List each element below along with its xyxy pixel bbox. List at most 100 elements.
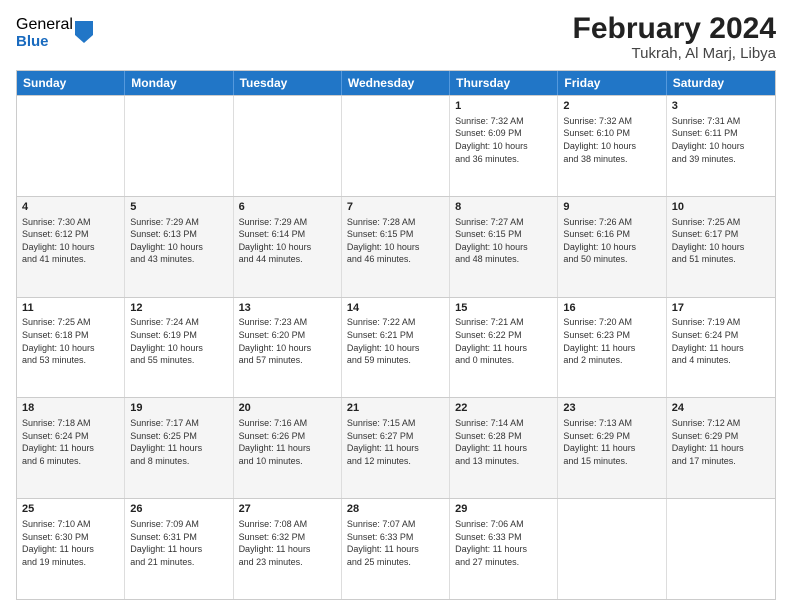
calendar-cell: 10Sunrise: 7:25 AM Sunset: 6:17 PM Dayli… — [667, 197, 775, 297]
day-number: 23 — [563, 401, 660, 416]
calendar-header-day: Tuesday — [234, 71, 342, 95]
day-number: 5 — [130, 200, 227, 215]
day-number: 27 — [239, 502, 336, 517]
calendar-header-day: Thursday — [450, 71, 558, 95]
calendar-header: SundayMondayTuesdayWednesdayThursdayFrid… — [17, 71, 775, 95]
cell-info: Sunrise: 7:16 AM Sunset: 6:26 PM Dayligh… — [239, 417, 336, 467]
calendar-header-day: Sunday — [17, 71, 125, 95]
calendar-header-day: Saturday — [667, 71, 775, 95]
cell-info: Sunrise: 7:24 AM Sunset: 6:19 PM Dayligh… — [130, 316, 227, 366]
calendar-header-day: Monday — [125, 71, 233, 95]
day-number: 1 — [455, 99, 552, 114]
cell-info: Sunrise: 7:30 AM Sunset: 6:12 PM Dayligh… — [22, 216, 119, 266]
calendar-cell: 29Sunrise: 7:06 AM Sunset: 6:33 PM Dayli… — [450, 499, 558, 599]
day-number: 25 — [22, 502, 119, 517]
calendar-cell: 9Sunrise: 7:26 AM Sunset: 6:16 PM Daylig… — [558, 197, 666, 297]
day-number: 16 — [563, 301, 660, 316]
calendar-cell — [342, 96, 450, 196]
cell-info: Sunrise: 7:32 AM Sunset: 6:09 PM Dayligh… — [455, 115, 552, 165]
cell-info: Sunrise: 7:25 AM Sunset: 6:18 PM Dayligh… — [22, 316, 119, 366]
day-number: 15 — [455, 301, 552, 316]
calendar-cell: 23Sunrise: 7:13 AM Sunset: 6:29 PM Dayli… — [558, 398, 666, 498]
cell-info: Sunrise: 7:07 AM Sunset: 6:33 PM Dayligh… — [347, 518, 444, 568]
calendar-cell: 20Sunrise: 7:16 AM Sunset: 6:26 PM Dayli… — [234, 398, 342, 498]
logo: General Blue — [16, 16, 93, 50]
calendar-cell: 5Sunrise: 7:29 AM Sunset: 6:13 PM Daylig… — [125, 197, 233, 297]
calendar-cell — [17, 96, 125, 196]
calendar-cell: 22Sunrise: 7:14 AM Sunset: 6:28 PM Dayli… — [450, 398, 558, 498]
calendar-cell: 13Sunrise: 7:23 AM Sunset: 6:20 PM Dayli… — [234, 298, 342, 398]
calendar-cell: 26Sunrise: 7:09 AM Sunset: 6:31 PM Dayli… — [125, 499, 233, 599]
calendar-cell: 8Sunrise: 7:27 AM Sunset: 6:15 PM Daylig… — [450, 197, 558, 297]
logo-general: General — [16, 16, 73, 34]
cell-info: Sunrise: 7:19 AM Sunset: 6:24 PM Dayligh… — [672, 316, 770, 366]
header: General Blue February 2024 Tukrah, Al Ma… — [16, 12, 776, 62]
cell-info: Sunrise: 7:32 AM Sunset: 6:10 PM Dayligh… — [563, 115, 660, 165]
calendar-cell: 18Sunrise: 7:18 AM Sunset: 6:24 PM Dayli… — [17, 398, 125, 498]
cell-info: Sunrise: 7:08 AM Sunset: 6:32 PM Dayligh… — [239, 518, 336, 568]
calendar-cell: 12Sunrise: 7:24 AM Sunset: 6:19 PM Dayli… — [125, 298, 233, 398]
day-number: 10 — [672, 200, 770, 215]
day-number: 26 — [130, 502, 227, 517]
day-number: 22 — [455, 401, 552, 416]
day-number: 13 — [239, 301, 336, 316]
day-number: 4 — [22, 200, 119, 215]
calendar-cell: 16Sunrise: 7:20 AM Sunset: 6:23 PM Dayli… — [558, 298, 666, 398]
logo-icon — [75, 21, 93, 43]
calendar-cell: 7Sunrise: 7:28 AM Sunset: 6:15 PM Daylig… — [342, 197, 450, 297]
day-number: 18 — [22, 401, 119, 416]
calendar-row: 1Sunrise: 7:32 AM Sunset: 6:09 PM Daylig… — [17, 95, 775, 196]
cell-info: Sunrise: 7:21 AM Sunset: 6:22 PM Dayligh… — [455, 316, 552, 366]
calendar-header-day: Friday — [558, 71, 666, 95]
calendar-cell: 19Sunrise: 7:17 AM Sunset: 6:25 PM Dayli… — [125, 398, 233, 498]
cell-info: Sunrise: 7:13 AM Sunset: 6:29 PM Dayligh… — [563, 417, 660, 467]
day-number: 14 — [347, 301, 444, 316]
cell-info: Sunrise: 7:10 AM Sunset: 6:30 PM Dayligh… — [22, 518, 119, 568]
calendar-cell: 1Sunrise: 7:32 AM Sunset: 6:09 PM Daylig… — [450, 96, 558, 196]
calendar-cell — [558, 499, 666, 599]
calendar-cell: 2Sunrise: 7:32 AM Sunset: 6:10 PM Daylig… — [558, 96, 666, 196]
calendar-cell: 15Sunrise: 7:21 AM Sunset: 6:22 PM Dayli… — [450, 298, 558, 398]
calendar-cell: 21Sunrise: 7:15 AM Sunset: 6:27 PM Dayli… — [342, 398, 450, 498]
day-number: 29 — [455, 502, 552, 517]
cell-info: Sunrise: 7:14 AM Sunset: 6:28 PM Dayligh… — [455, 417, 552, 467]
day-number: 11 — [22, 301, 119, 316]
cell-info: Sunrise: 7:29 AM Sunset: 6:14 PM Dayligh… — [239, 216, 336, 266]
cell-info: Sunrise: 7:12 AM Sunset: 6:29 PM Dayligh… — [672, 417, 770, 467]
calendar-body: 1Sunrise: 7:32 AM Sunset: 6:09 PM Daylig… — [17, 95, 775, 599]
day-number: 21 — [347, 401, 444, 416]
calendar-cell: 6Sunrise: 7:29 AM Sunset: 6:14 PM Daylig… — [234, 197, 342, 297]
day-number: 9 — [563, 200, 660, 215]
day-number: 19 — [130, 401, 227, 416]
cell-info: Sunrise: 7:23 AM Sunset: 6:20 PM Dayligh… — [239, 316, 336, 366]
calendar-cell: 24Sunrise: 7:12 AM Sunset: 6:29 PM Dayli… — [667, 398, 775, 498]
calendar-cell — [667, 499, 775, 599]
cell-info: Sunrise: 7:22 AM Sunset: 6:21 PM Dayligh… — [347, 316, 444, 366]
page: General Blue February 2024 Tukrah, Al Ma… — [0, 0, 792, 612]
day-number: 17 — [672, 301, 770, 316]
cell-info: Sunrise: 7:26 AM Sunset: 6:16 PM Dayligh… — [563, 216, 660, 266]
calendar-cell: 27Sunrise: 7:08 AM Sunset: 6:32 PM Dayli… — [234, 499, 342, 599]
calendar-cell — [234, 96, 342, 196]
calendar-row: 11Sunrise: 7:25 AM Sunset: 6:18 PM Dayli… — [17, 297, 775, 398]
calendar-row: 18Sunrise: 7:18 AM Sunset: 6:24 PM Dayli… — [17, 397, 775, 498]
cell-info: Sunrise: 7:29 AM Sunset: 6:13 PM Dayligh… — [130, 216, 227, 266]
cell-info: Sunrise: 7:09 AM Sunset: 6:31 PM Dayligh… — [130, 518, 227, 568]
day-number: 28 — [347, 502, 444, 517]
calendar-cell: 11Sunrise: 7:25 AM Sunset: 6:18 PM Dayli… — [17, 298, 125, 398]
main-title: February 2024 — [573, 12, 776, 45]
cell-info: Sunrise: 7:20 AM Sunset: 6:23 PM Dayligh… — [563, 316, 660, 366]
cell-info: Sunrise: 7:18 AM Sunset: 6:24 PM Dayligh… — [22, 417, 119, 467]
day-number: 20 — [239, 401, 336, 416]
day-number: 3 — [672, 99, 770, 114]
cell-info: Sunrise: 7:25 AM Sunset: 6:17 PM Dayligh… — [672, 216, 770, 266]
day-number: 12 — [130, 301, 227, 316]
cell-info: Sunrise: 7:15 AM Sunset: 6:27 PM Dayligh… — [347, 417, 444, 467]
calendar: SundayMondayTuesdayWednesdayThursdayFrid… — [16, 70, 776, 600]
cell-info: Sunrise: 7:31 AM Sunset: 6:11 PM Dayligh… — [672, 115, 770, 165]
calendar-cell: 14Sunrise: 7:22 AM Sunset: 6:21 PM Dayli… — [342, 298, 450, 398]
cell-info: Sunrise: 7:28 AM Sunset: 6:15 PM Dayligh… — [347, 216, 444, 266]
calendar-cell — [125, 96, 233, 196]
calendar-row: 25Sunrise: 7:10 AM Sunset: 6:30 PM Dayli… — [17, 498, 775, 599]
sub-title: Tukrah, Al Marj, Libya — [573, 45, 776, 62]
